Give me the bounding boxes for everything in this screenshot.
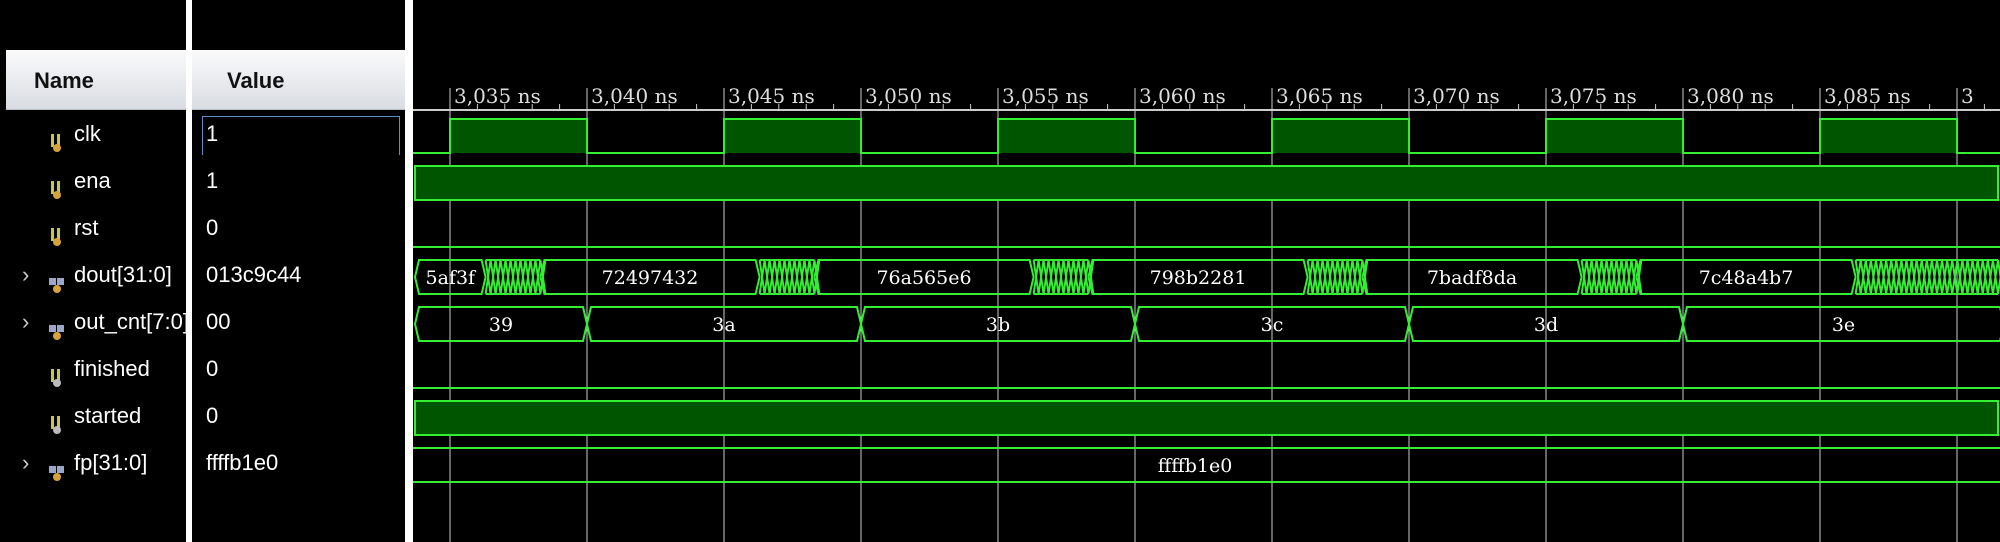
output-bit-icon — [48, 360, 66, 387]
dout-value-label: 7c48a4b7 — [1699, 267, 1794, 289]
out-cnt-value-label: 3d — [1534, 314, 1558, 336]
bus-signal-icon — [48, 454, 66, 481]
expand-chevron-icon[interactable]: › — [22, 254, 29, 296]
clk-high-pulse — [998, 119, 1135, 153]
time-label: 3,050 ns — [865, 84, 952, 108]
out-cnt-value-label: 3b — [986, 314, 1010, 336]
signal-name: started — [74, 403, 142, 428]
time-label: 3,085 ns — [1824, 84, 1911, 108]
clk-high-pulse — [1272, 119, 1409, 153]
value-row-5[interactable]: 0 — [192, 348, 405, 390]
value-row-6[interactable]: 0 — [192, 395, 405, 437]
ena-waveform — [414, 165, 1999, 201]
signal-row-3[interactable]: › dout[31:0] — [0, 254, 186, 296]
signal-value: 0 — [206, 215, 219, 240]
output-bit-icon — [48, 407, 66, 434]
bus-signal-icon — [48, 266, 66, 293]
signal-value-panel: Value 1 1 0 013c9c44 00 0 0 ffffb1e0 — [192, 0, 405, 542]
signal-row-7[interactable]: › fp[31:0] — [0, 442, 186, 484]
signal-name: dout[31:0] — [74, 262, 172, 287]
value-row-4[interactable]: 00 — [192, 301, 405, 343]
dout-value-label: 798b2281 — [1150, 267, 1247, 289]
time-label: 3 — [1961, 84, 1974, 108]
signal-name: out_cnt[7:0] — [74, 309, 186, 334]
value-header-label: Value — [227, 68, 285, 93]
dout-value-label: 5af3f — [426, 267, 478, 289]
signal-row-2[interactable]: rst — [0, 207, 186, 249]
time-label: 3,080 ns — [1687, 84, 1774, 108]
value-row-7[interactable]: ffffb1e0 — [192, 442, 405, 484]
signal-value: 1 — [206, 121, 219, 146]
name-column-header[interactable]: Name — [6, 50, 186, 110]
signal-row-4[interactable]: › out_cnt[7:0] — [0, 301, 186, 343]
time-label: 3,060 ns — [1139, 84, 1226, 108]
signal-value: 013c9c44 — [206, 262, 302, 287]
time-label: 3,040 ns — [591, 84, 678, 108]
dout-transition-glitch — [758, 259, 821, 295]
dout-value-label: 72497432 — [602, 267, 699, 289]
signal-value: ffffb1e0 — [206, 450, 279, 475]
time-label: 3,045 ns — [728, 84, 815, 108]
signal-row-0[interactable]: clk — [0, 113, 186, 155]
signal-row-5[interactable]: finished — [0, 348, 186, 390]
signal-value: 0 — [206, 356, 219, 381]
signal-name: finished — [74, 356, 150, 381]
panel-divider[interactable] — [405, 0, 413, 542]
time-label: 3,035 ns — [454, 84, 541, 108]
out-cnt-value-label: 3c — [1261, 314, 1284, 336]
signal-value: 0 — [206, 403, 219, 428]
signal-name: fp[31:0] — [74, 450, 148, 475]
clk-high-pulse — [450, 119, 587, 153]
signal-name-panel: Name clk ena rst › dout[31:0] › out_cnt[7:0]fi… — [0, 0, 192, 542]
dout-transition-glitch — [1306, 259, 1369, 295]
started-waveform — [414, 400, 1999, 436]
signal-name: clk — [74, 121, 101, 146]
value-row-2[interactable]: 0 — [192, 207, 405, 249]
signal-row-6[interactable]: started — [0, 395, 186, 437]
bit-signal-icon — [48, 172, 66, 199]
bit-signal-icon — [48, 219, 66, 246]
fp-value-label: ffffb1e0 — [1158, 455, 1233, 477]
signal-name: rst — [74, 215, 99, 240]
time-label: 3,055 ns — [1002, 84, 1089, 108]
dout-transition-glitch — [1854, 259, 2000, 295]
expand-chevron-icon[interactable]: › — [22, 442, 29, 484]
out-cnt-value-label: 3a — [712, 314, 735, 336]
selection-box — [202, 116, 400, 155]
clk-waveform — [413, 118, 2000, 154]
time-label: 3,070 ns — [1413, 84, 1500, 108]
signal-value: 1 — [206, 168, 219, 193]
waveform-canvas[interactable]: 3,035 ns 3,040 ns 3,045 ns 3,050 ns 3,055 ns… — [413, 0, 2000, 542]
clk-high-pulse — [724, 119, 861, 153]
out-cnt-value-label: 3e — [1832, 314, 1855, 336]
bus-signal-icon — [48, 313, 66, 340]
clk-high-pulse — [1546, 119, 1683, 153]
bit-signal-icon — [48, 125, 66, 152]
name-header-label: Name — [34, 68, 94, 93]
signal-row-1[interactable]: ena — [0, 160, 186, 202]
dout-value-label: 7badf8da — [1427, 267, 1517, 289]
dout-value-label: 76a565e6 — [876, 267, 971, 289]
time-label: 3,065 ns — [1276, 84, 1363, 108]
value-row-0[interactable]: 1 — [192, 113, 405, 155]
expand-chevron-icon[interactable]: › — [22, 301, 29, 343]
time-label: 3,075 ns — [1550, 84, 1637, 108]
value-column-header[interactable]: Value — [192, 50, 405, 110]
value-row-1[interactable]: 1 — [192, 160, 405, 202]
dout-transition-glitch — [1580, 259, 1643, 295]
value-row-3[interactable]: 013c9c44 — [192, 254, 405, 296]
dout-transition-glitch — [484, 259, 547, 295]
out-cnt-value-label: 39 — [489, 314, 513, 336]
clk-high-pulse — [1820, 119, 1957, 153]
signal-name: ena — [74, 168, 111, 193]
signal-value: 00 — [206, 309, 231, 334]
dout-transition-glitch — [1032, 259, 1095, 295]
